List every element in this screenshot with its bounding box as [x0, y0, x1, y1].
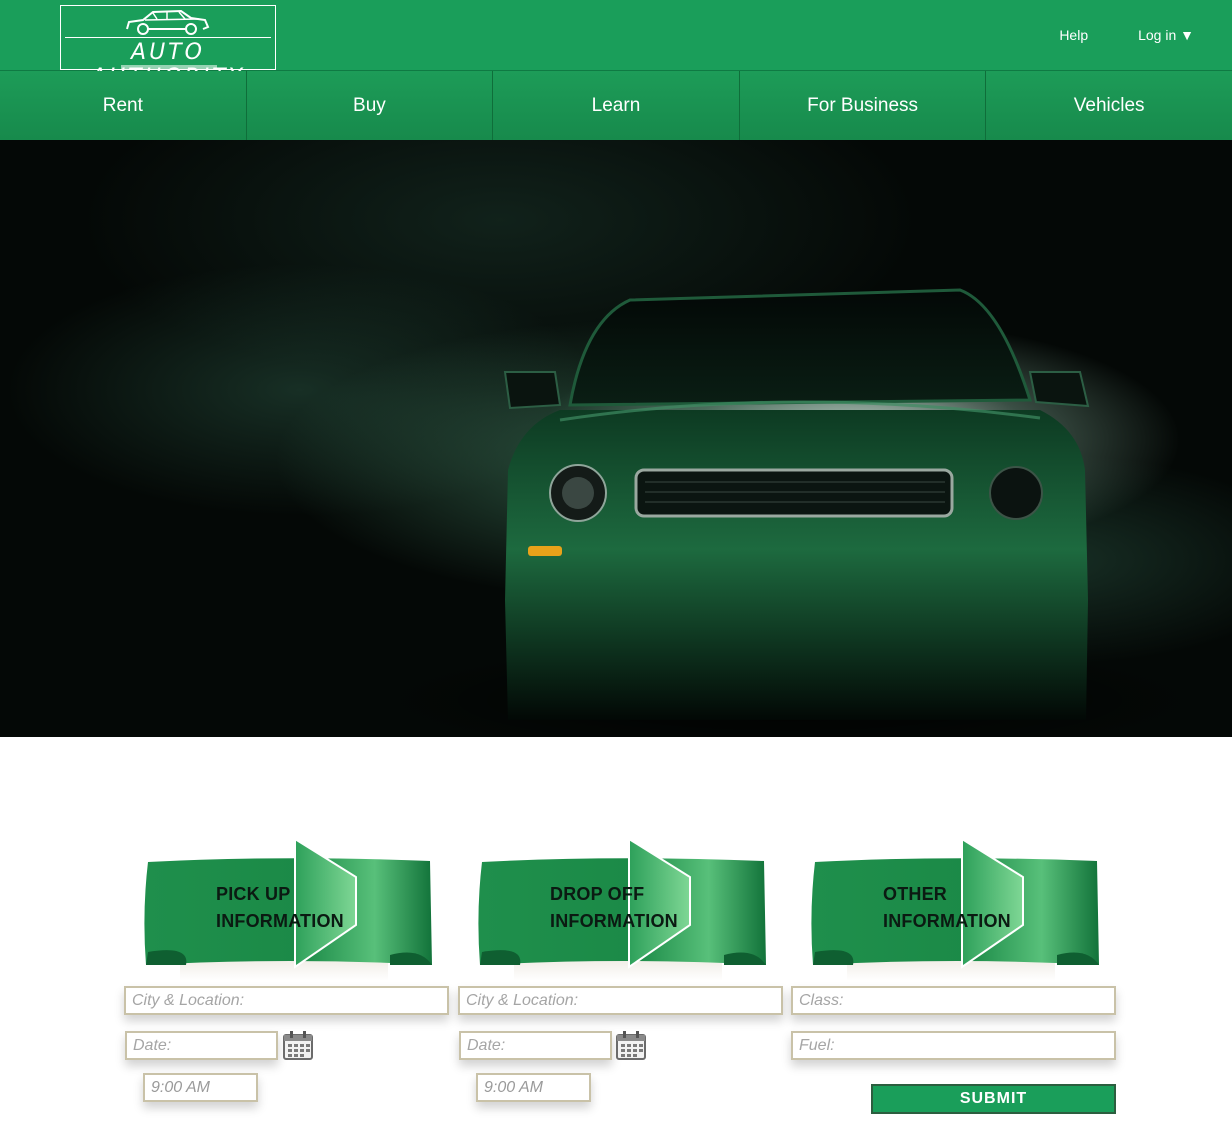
pickup-time-input[interactable]: [143, 1073, 258, 1102]
nav-item-vehicles[interactable]: Vehicles: [986, 71, 1232, 140]
fuel-input[interactable]: [791, 1031, 1116, 1060]
pickup-title: PICK UP INFORMATION: [216, 881, 344, 935]
pickup-calendar-icon[interactable]: [282, 1031, 314, 1061]
hero-image: [0, 140, 1232, 737]
main-nav: Rent Buy Learn For Business Vehicles: [0, 71, 1232, 140]
dropoff-date-input[interactable]: [459, 1031, 612, 1060]
dropoff-time-input[interactable]: [476, 1073, 591, 1102]
dropoff-calendar-icon[interactable]: [615, 1031, 647, 1061]
logo-divider: [65, 37, 271, 38]
pickup-title-line1: PICK UP: [216, 884, 291, 904]
pickup-title-line2: INFORMATION: [216, 911, 344, 931]
submit-button[interactable]: SUBMIT: [871, 1084, 1116, 1114]
pickup-city-input[interactable]: [124, 986, 449, 1015]
car-logo-icon: [126, 9, 210, 35]
help-link[interactable]: Help: [1059, 27, 1088, 43]
other-title-line2: INFORMATION: [883, 911, 1011, 931]
pickup-banner: PICK UP INFORMATION: [140, 837, 450, 982]
other-banner: OTHER INFORMATION: [807, 837, 1117, 982]
dropoff-city-input[interactable]: [458, 986, 783, 1015]
login-dropdown[interactable]: Log in ▼: [1138, 27, 1194, 43]
hero-car-illustration: [370, 288, 1210, 737]
nav-item-rent[interactable]: Rent: [0, 71, 247, 140]
logo-tagline-bar: [121, 65, 217, 70]
top-header: AUTO AUTHORITY Help Log in ▼: [0, 0, 1232, 90]
dropoff-title-line2: INFORMATION: [550, 911, 678, 931]
dropoff-title: DROP OFF INFORMATION: [550, 881, 678, 935]
site-logo[interactable]: AUTO AUTHORITY: [60, 5, 276, 90]
pickup-date-input[interactable]: [125, 1031, 278, 1060]
class-input[interactable]: [791, 986, 1116, 1015]
nav-item-learn[interactable]: Learn: [493, 71, 740, 140]
dropoff-title-line1: DROP OFF: [550, 884, 645, 904]
other-title-line1: OTHER: [883, 884, 947, 904]
other-title: OTHER INFORMATION: [883, 881, 1011, 935]
header-links: Help Log in ▼: [1059, 27, 1194, 43]
nav-item-for-business[interactable]: For Business: [740, 71, 987, 140]
dropoff-banner: DROP OFF INFORMATION: [474, 837, 784, 982]
nav-item-buy[interactable]: Buy: [247, 71, 494, 140]
